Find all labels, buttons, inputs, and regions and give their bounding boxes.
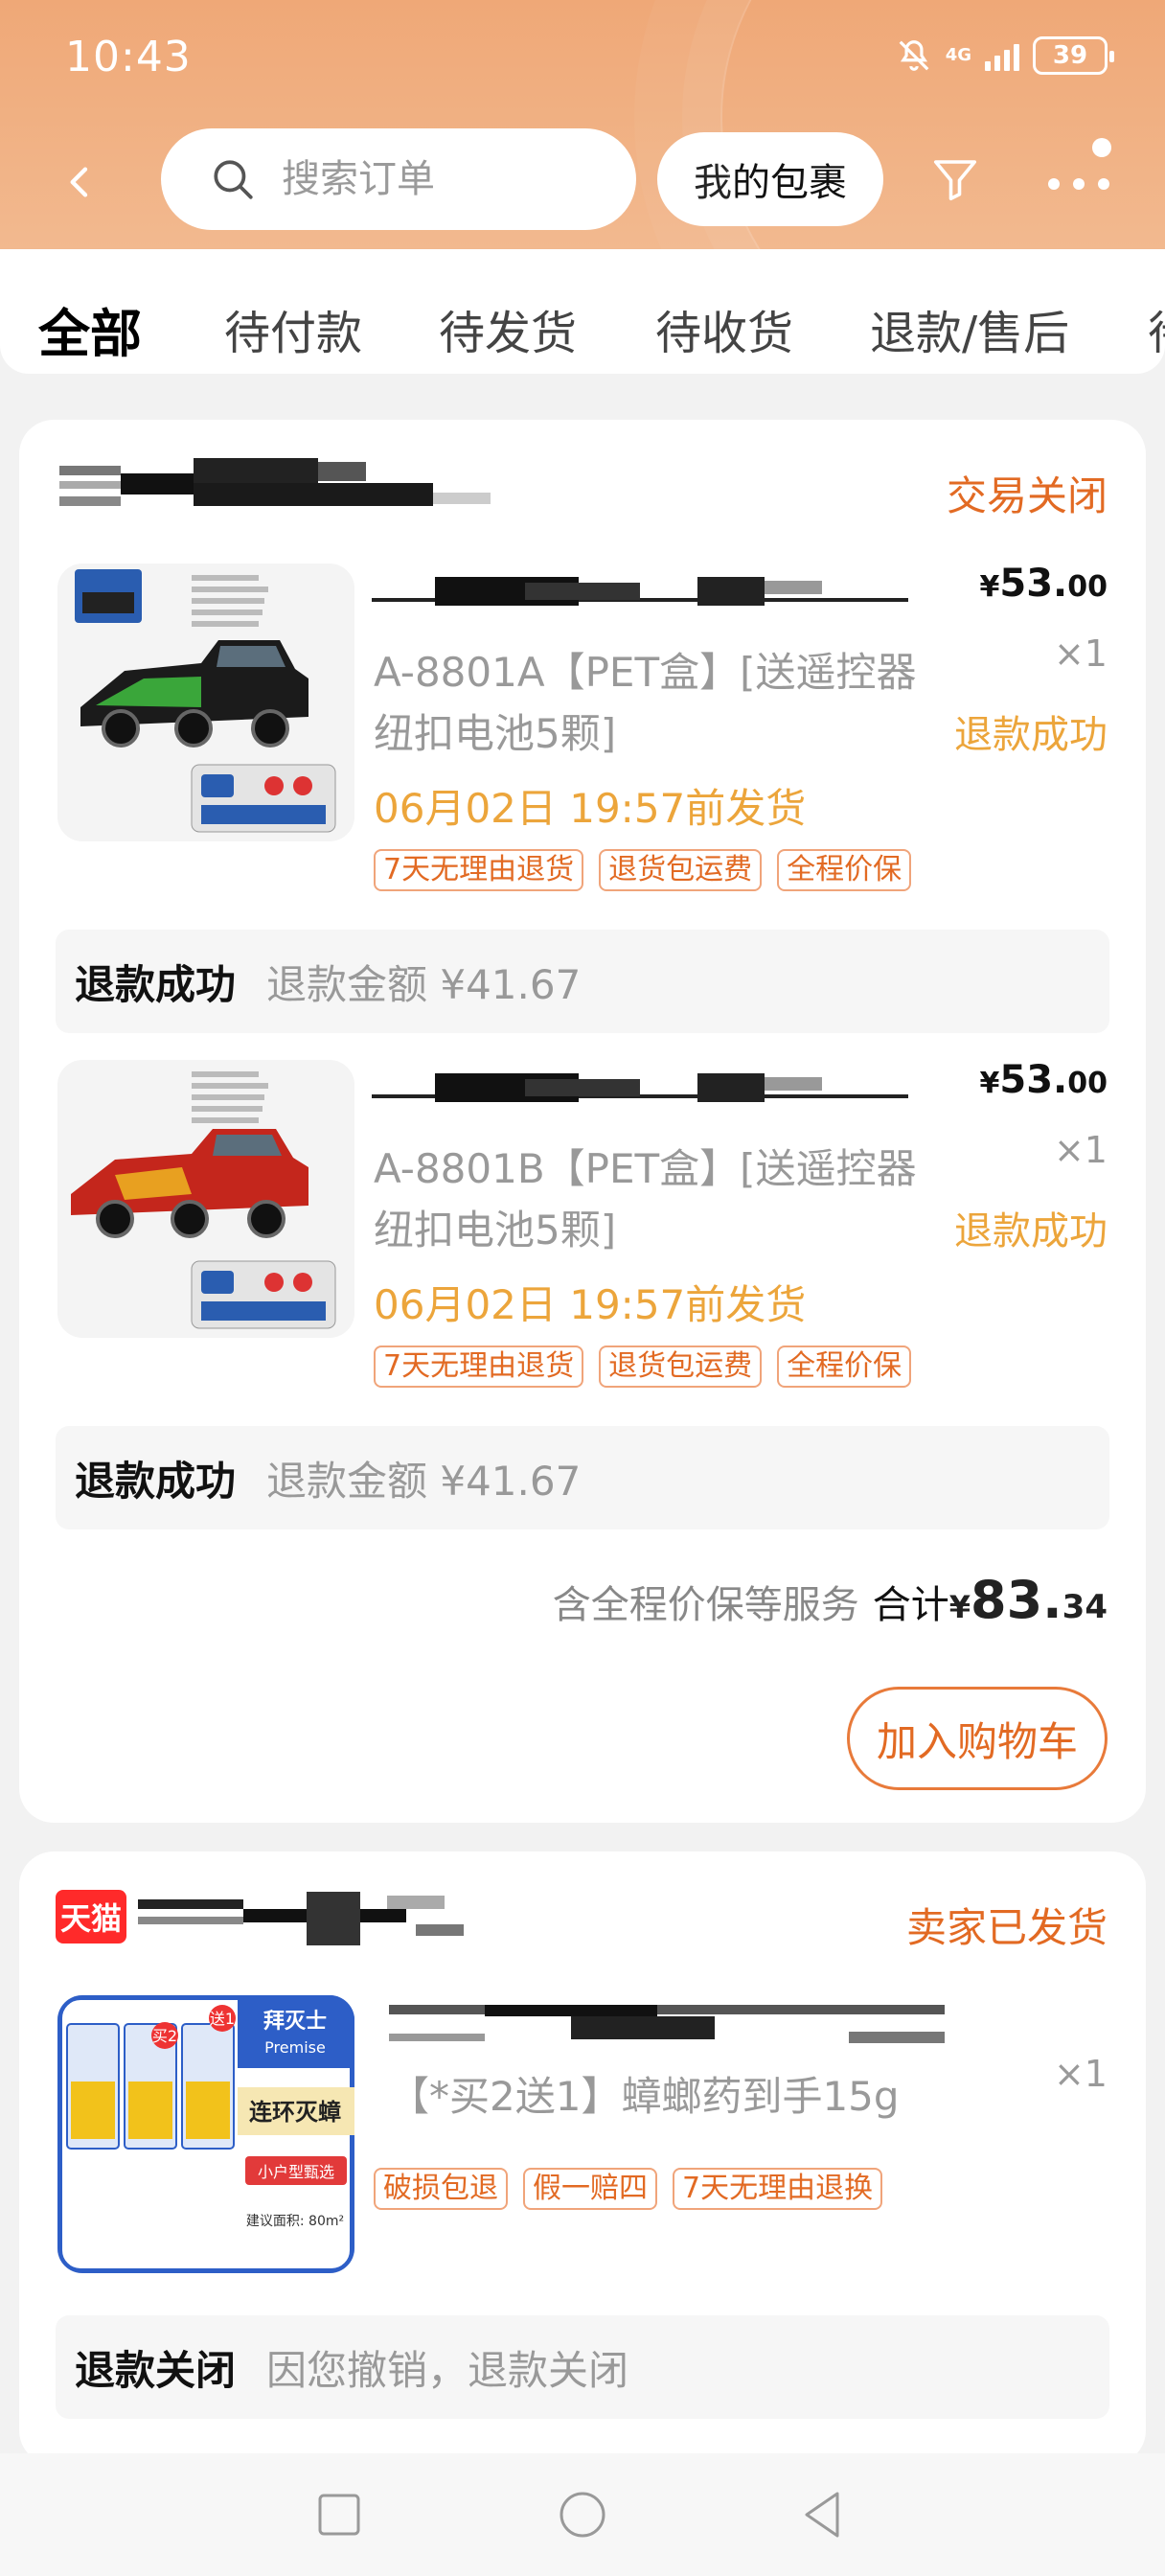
more-icon[interactable] bbox=[1040, 134, 1127, 211]
refund-amount: 退款金额 ¥41.67 bbox=[266, 1457, 582, 1505]
service-tags: 破损包退 假一赔四 7天无理由退换 bbox=[374, 2168, 883, 2210]
service-tag: 7天无理由退货 bbox=[374, 849, 584, 891]
item-refund-status: 退款成功 bbox=[954, 1209, 1108, 1254]
filter-icon[interactable] bbox=[929, 153, 981, 205]
refund-amount: 退款金额 ¥41.67 bbox=[266, 960, 582, 1008]
item-refund-status: 退款成功 bbox=[954, 713, 1108, 757]
tab-pending-shipment[interactable]: 待发货 bbox=[439, 295, 577, 362]
tab-pending-payment[interactable]: 待付款 bbox=[224, 295, 362, 362]
recent-apps-icon[interactable] bbox=[310, 2486, 368, 2543]
service-tag: 退货包运费 bbox=[599, 1346, 763, 1388]
product-title[interactable]: 【*买2送1】蟑螂药到手15g bbox=[389, 2066, 945, 2128]
product-image[interactable] bbox=[57, 1060, 354, 1338]
my-parcels-button[interactable]: 我的包裹 bbox=[657, 132, 883, 226]
thumb-badge-get1: 送1 bbox=[210, 2010, 235, 2028]
tab-pending-receipt[interactable]: 待收货 bbox=[655, 295, 793, 362]
order-status: 卖家已发货 bbox=[905, 1904, 1108, 1951]
refund-message: 因您撤销，退款关闭 bbox=[266, 2346, 629, 2394]
cockroach-bait-image: 买2 送1 拜灭士 Premise 连环灭蟑 小户型甄选 建议面积: 80m² bbox=[57, 1995, 354, 2273]
thumb-brand: 拜灭士 bbox=[263, 2010, 327, 2034]
app-header: 10:43 4G 39 我的包裹 bbox=[0, 0, 1165, 249]
product-title[interactable]: A-8801B【PET盒】[送遥控器纽扣电池5颗] bbox=[374, 1138, 929, 1261]
chevron-left-icon bbox=[70, 167, 88, 197]
service-tag: 破损包退 bbox=[374, 2168, 508, 2210]
home-icon[interactable] bbox=[554, 2486, 611, 2543]
refund-info-bar[interactable]: 退款关闭 因您撤销，退款关闭 bbox=[56, 2315, 1109, 2419]
service-tag: 7天无理由退换 bbox=[673, 2168, 883, 2210]
status-bar: 10:43 4G 39 bbox=[0, 0, 1165, 115]
order-total: 含全程价保等服务 合计 ¥ 83. 34 bbox=[553, 1570, 1108, 1630]
item-quantity: ×1 bbox=[1053, 1129, 1108, 1171]
service-tag: 全程价保 bbox=[777, 849, 912, 891]
total-note: 含全程价保等服务 bbox=[552, 1583, 859, 1627]
service-tag: 7天无理由退货 bbox=[374, 1346, 584, 1388]
shop-name-redacted[interactable] bbox=[138, 1890, 540, 1947]
search-input[interactable] bbox=[282, 157, 569, 201]
total-currency: ¥ bbox=[948, 1589, 971, 1625]
tab-all[interactable]: 全部 bbox=[38, 291, 142, 367]
shop-name-redacted[interactable] bbox=[59, 458, 500, 516]
status-time: 10:43 bbox=[65, 33, 192, 81]
network-type: 4G bbox=[945, 45, 971, 65]
mute-icon bbox=[899, 40, 929, 71]
product-name-redacted bbox=[372, 1073, 908, 1102]
back-button[interactable] bbox=[54, 155, 107, 209]
battery-icon: 39 bbox=[1033, 36, 1114, 75]
refund-info-bar[interactable]: 退款成功 退款金额 ¥41.67 bbox=[56, 1426, 1109, 1530]
total-amount: 83. bbox=[971, 1570, 1062, 1630]
refund-status: 退款关闭 bbox=[75, 2346, 237, 2394]
order-card[interactable]: 交易关闭 A-8801A【PET盒】[送遥控器纽扣电池5颗] 06月02日 19… bbox=[19, 420, 1146, 1823]
product-title[interactable]: A-8801A【PET盒】[送遥控器纽扣电池5颗] bbox=[374, 642, 929, 765]
toy-truck-black-image bbox=[75, 569, 336, 833]
signal-icon bbox=[985, 40, 1019, 71]
toy-truck-red-image bbox=[71, 1071, 336, 1329]
order-tabs: 全部 待付款 待发货 待收货 退款/售后 待 bbox=[0, 249, 1165, 374]
thumb-brand-en: Premise bbox=[264, 2038, 326, 2057]
total-amount-decimal: 34 bbox=[1062, 1588, 1108, 1626]
item-quantity: ×1 bbox=[1053, 632, 1108, 675]
tmall-badge: 天猫 bbox=[56, 1890, 126, 1944]
service-tag: 全程价保 bbox=[777, 1346, 912, 1388]
back-nav-icon[interactable] bbox=[795, 2486, 853, 2543]
product-name-redacted bbox=[372, 577, 908, 606]
item-price: ¥53.00 bbox=[979, 562, 1108, 606]
product-name-redacted bbox=[389, 2005, 945, 2053]
tab-more[interactable]: 待 bbox=[1148, 295, 1165, 362]
service-tag: 退货包运费 bbox=[599, 849, 763, 891]
thumb-area: 建议面积: 80m² bbox=[246, 2214, 344, 2229]
order-status: 交易关闭 bbox=[946, 472, 1108, 519]
total-label: 合计 bbox=[872, 1583, 949, 1627]
tab-refund-aftersale[interactable]: 退款/售后 bbox=[870, 295, 1069, 362]
refund-status: 退款成功 bbox=[75, 960, 237, 1008]
service-tags: 7天无理由退货 退货包运费 全程价保 bbox=[374, 1346, 912, 1388]
order-card[interactable]: 天猫 卖家已发货 买2 送1 拜灭士 Premise 连环灭蟑 小户型甄选 建议… bbox=[19, 1852, 1146, 2465]
nav-row: 我的包裹 bbox=[0, 128, 1165, 234]
ship-deadline: 06月02日 19:57前发货 bbox=[374, 1281, 807, 1328]
item-quantity: ×1 bbox=[1053, 2053, 1108, 2095]
item-price: ¥53.00 bbox=[979, 1058, 1108, 1102]
ship-deadline: 06月02日 19:57前发货 bbox=[374, 785, 807, 832]
add-to-cart-button[interactable]: 加入购物车 bbox=[847, 1687, 1108, 1790]
product-image[interactable] bbox=[57, 564, 354, 841]
status-icons: 4G 39 bbox=[896, 36, 1114, 75]
thumb-sub: 小户型甄选 bbox=[258, 2163, 334, 2181]
thumb-headline: 连环灭蟑 bbox=[249, 2099, 341, 2126]
service-tags: 7天无理由退货 退货包运费 全程价保 bbox=[374, 849, 912, 891]
thumb-badge-buy2: 买2 bbox=[152, 2027, 177, 2045]
refund-info-bar[interactable]: 退款成功 退款金额 ¥41.67 bbox=[56, 930, 1109, 1033]
system-navigation-bar bbox=[0, 2453, 1165, 2576]
refund-status: 退款成功 bbox=[75, 1457, 237, 1505]
search-icon bbox=[214, 160, 253, 199]
product-image[interactable]: 买2 送1 拜灭士 Premise 连环灭蟑 小户型甄选 建议面积: 80m² bbox=[57, 1995, 354, 2273]
search-box[interactable] bbox=[161, 128, 636, 230]
service-tag: 假一赔四 bbox=[523, 2168, 657, 2210]
